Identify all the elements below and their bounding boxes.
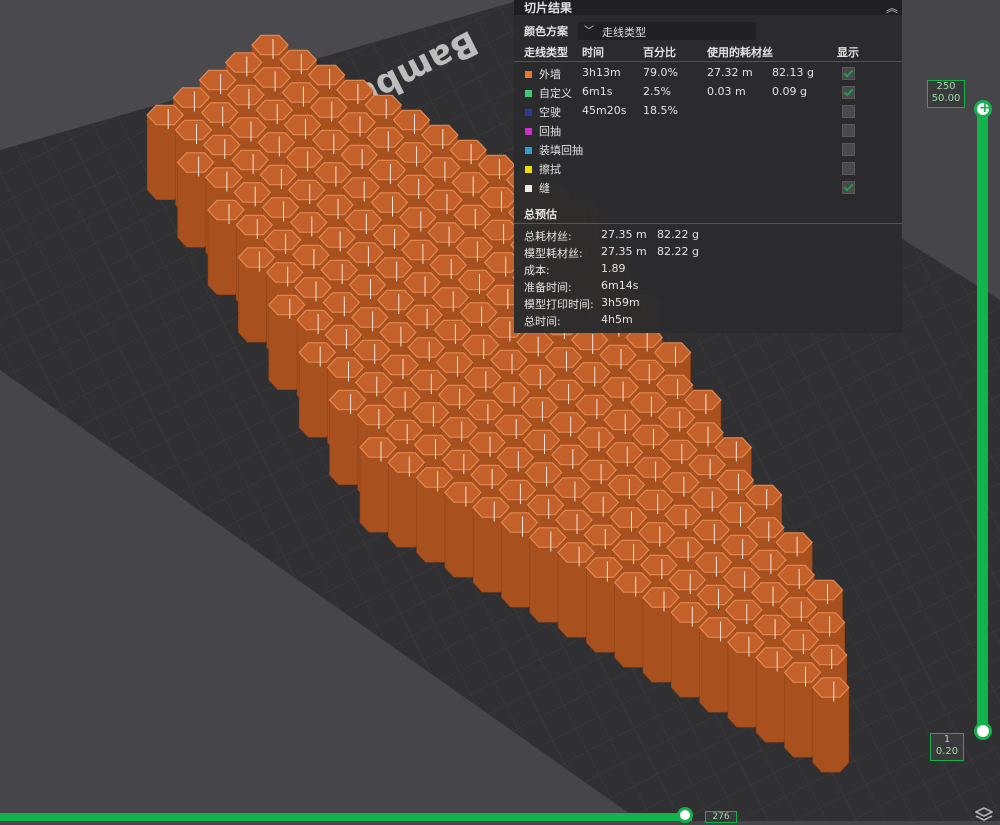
estimate-v1: 1.89	[601, 262, 626, 275]
top-layer-readout: 250 50.00	[927, 80, 965, 108]
color-swatch	[525, 147, 532, 154]
feature-percent: 2.5%	[643, 85, 671, 98]
feature-percent: 18.5%	[643, 104, 678, 117]
layer-slider-top-handle[interactable]: +	[974, 100, 992, 118]
color-swatch	[525, 71, 532, 78]
feature-type: 空驶	[539, 106, 561, 119]
color-scheme-label: 颜色方案	[524, 25, 568, 38]
estimate-label: 成本:	[524, 264, 550, 277]
estimate-label: 模型耗材丝:	[524, 247, 583, 260]
bottom-layer-readout: 1 0.20	[930, 733, 964, 761]
bottom-layer-number: 1	[943, 734, 951, 745]
show-checkbox[interactable]	[842, 67, 855, 80]
color-swatch	[525, 166, 532, 173]
feature-weight: 82.13 g	[772, 66, 814, 79]
move-slider-value: 276	[705, 811, 737, 823]
feature-time: 3h13m	[582, 66, 621, 79]
estimate-v2: 82.22 g	[657, 245, 699, 258]
col-header-percent: 百分比	[643, 46, 676, 59]
show-checkbox[interactable]	[842, 181, 855, 194]
feature-row: 装填回抽	[514, 142, 902, 159]
color-swatch	[525, 128, 532, 135]
hex-cell-wall	[812, 686, 850, 773]
feature-type: 自定义	[539, 87, 572, 100]
plus-icon: +	[979, 100, 991, 116]
show-checkbox[interactable]	[842, 105, 855, 118]
col-header-filament: 使用的耗材丝	[707, 46, 773, 59]
feature-percent: 79.0%	[643, 66, 678, 79]
color-swatch	[525, 185, 532, 192]
col-header-show: 显示	[837, 46, 859, 59]
feature-row: 缝	[514, 180, 902, 197]
layer-slider[interactable]	[977, 105, 988, 735]
estimate-label: 准备时间:	[524, 281, 572, 294]
col-header-time: 时间	[582, 46, 604, 59]
estimate-v1: 4h5m	[601, 313, 633, 326]
show-checkbox[interactable]	[842, 162, 855, 175]
feature-row: 自定义 6m1s 2.5% 0.03 m 0.09 g	[514, 85, 902, 102]
color-scheme-dropdown[interactable]: ﹀ 走线类型	[578, 22, 756, 40]
layer-slider-bottom-handle[interactable]	[974, 722, 992, 740]
top-layer-number: 250	[936, 81, 956, 92]
show-checkbox[interactable]	[842, 86, 855, 99]
feature-type: 装填回抽	[539, 144, 583, 157]
chevron-down-icon: ﹀	[584, 26, 594, 37]
chevrons-up-icon[interactable]: ︽	[886, 0, 898, 16]
col-header-type: 走线类型	[524, 46, 568, 59]
feature-type: 擦拭	[539, 163, 561, 176]
estimate-label: 总时间:	[524, 315, 561, 328]
estimate-title: 总预估	[524, 208, 557, 221]
estimate-v1: 6m14s	[601, 279, 639, 292]
feature-time: 6m1s	[582, 85, 613, 98]
feature-time: 45m20s	[582, 104, 627, 117]
move-slider[interactable]	[0, 813, 692, 821]
estimate-v1: 27.35 m	[601, 228, 647, 241]
slice-result-panel: 切片结果 ︽ 颜色方案 ﹀ 走线类型 走线类型 时间 百分比 使用的耗材丝 显示…	[514, 0, 902, 333]
feature-row: 空驶 45m20s 18.5%	[514, 104, 902, 121]
color-swatch	[525, 109, 532, 116]
estimate-v1: 3h59m	[601, 296, 640, 309]
top-layer-height: 50.00	[931, 93, 961, 104]
feature-row: 回抽	[514, 123, 902, 140]
estimate-v2: 82.22 g	[657, 228, 699, 241]
feature-length: 0.03 m	[707, 85, 746, 98]
show-checkbox[interactable]	[842, 124, 855, 137]
estimate-label: 模型打印时间:	[524, 298, 594, 311]
feature-type: 外墙	[539, 68, 561, 81]
color-scheme-value: 走线类型	[602, 26, 646, 39]
panel-title: 切片结果	[524, 1, 573, 15]
feature-row: 外墙 3h13m 79.0% 27.32 m 82.13 g	[514, 66, 902, 83]
panel-header: 切片结果 ︽	[514, 0, 902, 15]
feature-row: 擦拭	[514, 161, 902, 178]
feature-type: 缝	[539, 182, 550, 195]
color-swatch	[525, 90, 532, 97]
feature-weight: 0.09 g	[772, 85, 807, 98]
feature-length: 27.32 m	[707, 66, 753, 79]
estimate-label: 总耗材丝:	[524, 230, 572, 243]
estimate-v1: 27.35 m	[601, 245, 647, 258]
show-checkbox[interactable]	[842, 143, 855, 156]
layers-icon[interactable]	[974, 806, 994, 821]
feature-type: 回抽	[539, 125, 561, 138]
bottom-layer-height: 0.20	[935, 746, 959, 757]
